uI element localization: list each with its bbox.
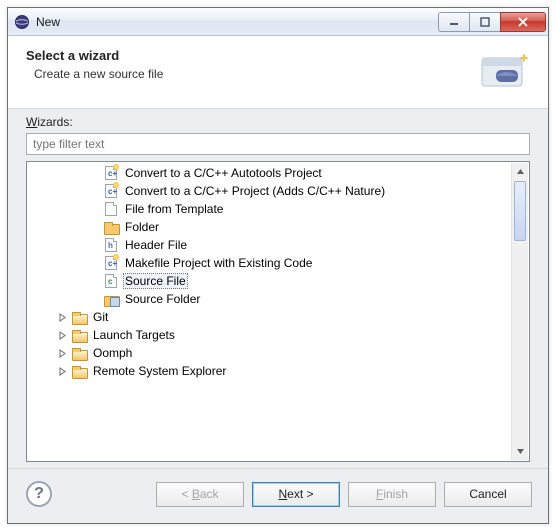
expand-icon <box>87 184 101 198</box>
tree-item-label: Launch Targets <box>91 328 177 342</box>
wizard-tree[interactable]: c+Convert to a C/C++ Autotools Projectc+… <box>26 161 530 462</box>
tree-item-label: Git <box>91 310 110 324</box>
help-icon: ? <box>34 485 44 503</box>
h-file-icon: h <box>103 237 119 253</box>
expand-icon <box>87 238 101 252</box>
folder-icon <box>103 219 119 235</box>
folder-open-icon <box>71 327 87 343</box>
cpp-file-star-icon: c+ <box>103 165 119 181</box>
tree-item[interactable]: Folder <box>27 218 529 236</box>
expand-icon <box>87 166 101 180</box>
expand-icon <box>87 292 101 306</box>
tree-item-label: Oomph <box>91 346 134 360</box>
src-folder-icon <box>103 291 119 307</box>
expand-icon[interactable] <box>55 346 69 360</box>
finish-button[interactable]: Finish <box>348 482 436 507</box>
expand-icon <box>87 274 101 288</box>
cpp-file-star-icon: c+ <box>103 183 119 199</box>
c-file-icon: c <box>103 273 119 289</box>
tree-item[interactable]: c+ Makefile Project with Existing Code <box>27 254 529 272</box>
tree-item[interactable]: cSource File <box>27 272 529 290</box>
tree-item-label: Convert to a C/C++ Project (Adds C/C++ N… <box>123 184 387 198</box>
tree-item[interactable]: c+ Convert to a C/C++ Project (Adds C/C++… <box>27 182 529 200</box>
filter-input[interactable] <box>26 133 530 155</box>
tree-item[interactable]: h Header File <box>27 236 529 254</box>
tree-item-label: Makefile Project with Existing Code <box>123 256 314 270</box>
dialog-window: New Select a wizard Create a new source … <box>7 7 549 524</box>
tree-item-label: Header File <box>123 238 189 252</box>
expand-icon[interactable] <box>55 328 69 342</box>
page-title: Select a wizard <box>26 48 476 63</box>
tree-item-label: Convert to a C/C++ Autotools Project <box>123 166 324 180</box>
tree-item-label: Folder <box>123 220 161 234</box>
page-subtitle: Create a new source file <box>26 67 476 81</box>
minimize-button[interactable] <box>438 12 470 32</box>
back-button[interactable]: < Back <box>156 482 244 507</box>
wizard-banner-icon <box>476 48 532 96</box>
tree-item[interactable]: File from Template <box>27 200 529 218</box>
expand-icon[interactable] <box>55 310 69 324</box>
cpp-file-star-icon: c+ <box>103 255 119 271</box>
help-button[interactable]: ? <box>26 481 52 507</box>
close-button[interactable] <box>500 12 546 32</box>
tree-item-label: Remote System Explorer <box>91 364 228 378</box>
expand-icon <box>87 256 101 270</box>
title-bar[interactable]: New <box>8 8 548 36</box>
tree-item[interactable]: Launch Targets <box>27 326 529 344</box>
vertical-scrollbar[interactable] <box>511 163 528 460</box>
tree-item-label: Source Folder <box>123 292 202 306</box>
expand-icon <box>87 202 101 216</box>
tree-item[interactable]: Remote System Explorer <box>27 362 529 380</box>
tree-item-label: File from Template <box>123 202 225 216</box>
button-bar: ? < Back Next > Finish Cancel <box>8 469 548 523</box>
scroll-thumb[interactable] <box>514 181 526 241</box>
window-title: New <box>36 15 439 29</box>
tree-item[interactable]: Oomph <box>27 344 529 362</box>
expand-icon <box>87 220 101 234</box>
file-icon <box>103 201 119 217</box>
tree-item-label: Source File <box>123 273 188 289</box>
scroll-up-button[interactable] <box>512 163 528 180</box>
expand-icon[interactable] <box>55 364 69 378</box>
tree-item[interactable]: c+ Convert to a C/C++ Autotools Project <box>27 164 529 182</box>
folder-open-icon <box>71 309 87 325</box>
header-banner: Select a wizard Create a new source file <box>8 36 548 109</box>
next-button[interactable]: Next > <box>252 482 340 507</box>
tree-item[interactable]: Source Folder <box>27 290 529 308</box>
maximize-button[interactable] <box>469 12 501 32</box>
cancel-button[interactable]: Cancel <box>444 482 532 507</box>
wizards-label: Wizards: <box>26 115 530 129</box>
eclipse-icon <box>14 14 30 30</box>
folder-open-icon <box>71 345 87 361</box>
scroll-down-button[interactable] <box>512 443 528 460</box>
tree-item[interactable]: Git <box>27 308 529 326</box>
folder-open-icon <box>71 363 87 379</box>
